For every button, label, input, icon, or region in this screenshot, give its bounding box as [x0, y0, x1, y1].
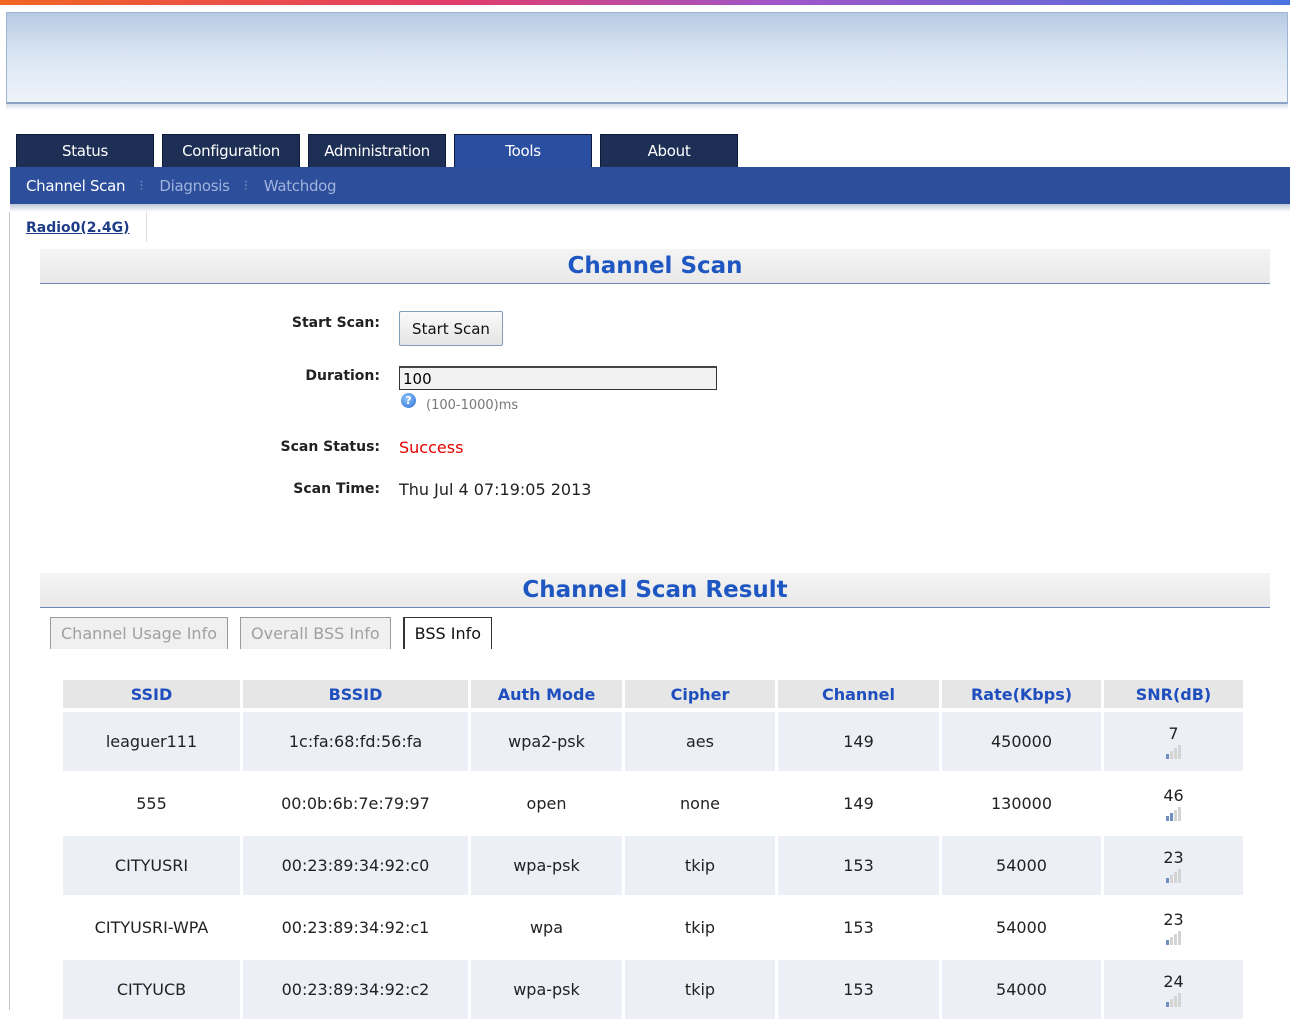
table-row: 555 00:0b:6b:7e:79:97 open none 149 1300… — [63, 771, 1243, 833]
cell-channel: 149 — [778, 771, 939, 833]
snr-value: 24 — [1163, 971, 1184, 991]
cell-cipher: tkip — [625, 895, 775, 957]
signal-strength-icon — [1166, 805, 1181, 821]
banner-shadow — [6, 104, 1288, 110]
duration-input[interactable] — [399, 366, 717, 390]
table-row: CITYUSRI-WPA 00:23:89:34:92:c1 wpa tkip … — [63, 895, 1243, 957]
cell-rate: 130000 — [942, 771, 1101, 833]
tab-channel-usage-info[interactable]: Channel Usage Info — [50, 617, 228, 649]
cell-auth-mode: wpa2-psk — [471, 709, 622, 771]
signal-strength-icon — [1166, 867, 1181, 883]
column-header-ssid[interactable]: SSID — [63, 680, 240, 709]
help-icon[interactable]: ? — [401, 393, 416, 408]
cell-cipher: aes — [625, 709, 775, 771]
signal-strength-icon — [1166, 743, 1181, 759]
duration-hint: (100-1000)ms — [426, 398, 519, 413]
duration-label: Duration: — [305, 368, 380, 384]
content-left-border — [9, 212, 10, 1010]
cell-bssid: 00:23:89:34:92:c0 — [243, 833, 468, 895]
cell-channel: 153 — [778, 833, 939, 895]
cell-ssid: CITYUSRI — [63, 833, 240, 895]
tab-overall-bss-info[interactable]: Overall BSS Info — [240, 617, 391, 649]
cell-ssid: CITYUSRI-WPA — [63, 895, 240, 957]
channel-scan-heading: Channel Scan — [40, 249, 1270, 284]
start-scan-button[interactable]: Start Scan — [399, 311, 503, 346]
column-header-snr[interactable]: SNR(dB) — [1104, 680, 1243, 709]
tab-tools[interactable]: Tools — [454, 134, 592, 167]
subnav-item-channel-scan[interactable]: Channel Scan — [10, 177, 126, 195]
subnav-item-watchdog[interactable]: Watchdog — [248, 177, 337, 195]
cell-channel: 149 — [778, 709, 939, 771]
scan-status-value: Success — [399, 438, 464, 457]
bss-info-table: SSID BSSID Auth Mode Cipher Channel Rate… — [60, 680, 1246, 1019]
cell-bssid: 00:23:89:34:92:c1 — [243, 895, 468, 957]
cell-bssid: 1c:fa:68:fd:56:fa — [243, 709, 468, 771]
snr-value: 7 — [1168, 723, 1179, 743]
cell-snr: 46 — [1104, 771, 1243, 833]
subnav-item-diagnosis[interactable]: Diagnosis — [143, 177, 230, 195]
column-header-rate[interactable]: Rate(Kbps) — [942, 680, 1101, 709]
cell-auth-mode: open — [471, 771, 622, 833]
start-scan-label: Start Scan: — [291, 315, 380, 331]
cell-auth-mode: wpa-psk — [471, 833, 622, 895]
table-row: CITYUSRI 00:23:89:34:92:c0 wpa-psk tkip … — [63, 833, 1243, 895]
radio-link[interactable]: Radio0(2.4G) — [26, 220, 130, 236]
tab-administration[interactable]: Administration — [308, 134, 446, 167]
column-header-auth-mode[interactable]: Auth Mode — [471, 680, 622, 709]
column-header-channel[interactable]: Channel — [778, 680, 939, 709]
snr-value: 46 — [1163, 785, 1184, 805]
cell-snr: 7 — [1104, 709, 1243, 771]
cell-ssid: 555 — [63, 771, 240, 833]
top-accent-stripe — [0, 0, 1290, 5]
scan-status-label: Scan Status: — [280, 439, 380, 455]
sub-navigation: Channel Scan ⁝ Diagnosis ⁝ Watchdog — [10, 167, 1290, 204]
header-banner — [6, 12, 1288, 104]
signal-strength-icon — [1166, 991, 1181, 1007]
cell-rate: 54000 — [942, 895, 1101, 957]
channel-scan-result-heading: Channel Scan Result — [40, 573, 1270, 608]
cell-auth-mode: wpa — [471, 895, 622, 957]
cell-cipher: none — [625, 771, 775, 833]
cell-cipher: tkip — [625, 833, 775, 895]
subnav-shadow — [10, 204, 1290, 212]
result-tabs: Channel Usage Info Overall BSS Info BSS … — [50, 617, 493, 649]
column-header-bssid[interactable]: BSSID — [243, 680, 468, 709]
cell-rate: 54000 — [942, 833, 1101, 895]
cell-snr: 23 — [1104, 833, 1243, 895]
signal-strength-icon — [1166, 929, 1181, 945]
table-row: leaguer111 1c:fa:68:fd:56:fa wpa2-psk ae… — [63, 709, 1243, 771]
snr-value: 23 — [1163, 909, 1184, 929]
tab-configuration[interactable]: Configuration — [162, 134, 300, 167]
cell-snr: 23 — [1104, 895, 1243, 957]
cell-bssid: 00:0b:6b:7e:79:97 — [243, 771, 468, 833]
tab-status[interactable]: Status — [16, 134, 154, 167]
main-tabs: Status Configuration Administration Tool… — [16, 134, 738, 168]
cell-channel: 153 — [778, 895, 939, 957]
scan-time-value: Thu Jul 4 07:19:05 2013 — [399, 480, 592, 499]
table-header-row: SSID BSSID Auth Mode Cipher Channel Rate… — [63, 680, 1243, 709]
snr-value: 23 — [1163, 847, 1184, 867]
tab-about[interactable]: About — [600, 134, 738, 167]
tab-bss-info[interactable]: BSS Info — [402, 617, 493, 649]
scan-time-label: Scan Time: — [293, 481, 380, 497]
cell-rate: 450000 — [942, 709, 1101, 771]
cell-ssid: leaguer111 — [63, 709, 240, 771]
column-header-cipher[interactable]: Cipher — [625, 680, 775, 709]
